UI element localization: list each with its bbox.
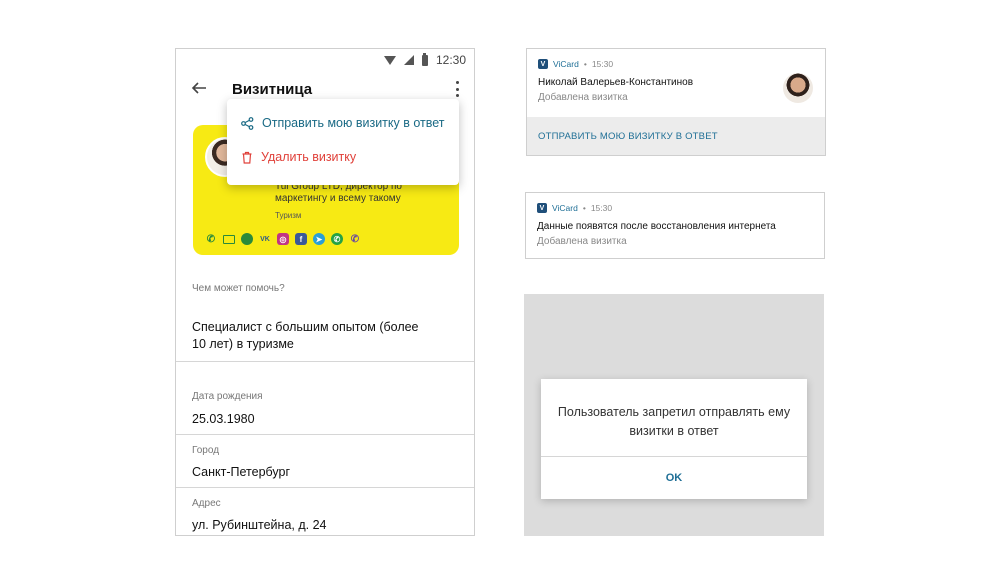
notification-app: ViCard (553, 59, 579, 69)
globe-icon[interactable] (241, 233, 253, 245)
notification-action-button[interactable]: ОТПРАВИТЬ МОЮ ВИЗИТКУ В ОТВЕТ (527, 117, 825, 155)
vicard-logo-icon: V (538, 59, 548, 69)
vk-icon[interactable]: VK (259, 233, 271, 245)
phone-screen: 12:30 Визитница Tui Group LTD, директор … (175, 48, 475, 536)
menu-item-delete[interactable]: Удалить визитку (241, 150, 356, 164)
dialog-message: Пользователь запретил отправлять ему виз… (557, 405, 791, 438)
instagram-icon[interactable]: ◎ (277, 233, 289, 245)
menu-item-share-label: Отправить мою визитку в ответ (262, 116, 445, 130)
alert-dialog: Пользователь запретил отправлять ему виз… (541, 379, 807, 499)
share-icon (241, 116, 254, 130)
wifi-icon (383, 55, 396, 65)
notification-subtitle: Добавлена визитка (537, 236, 627, 247)
vicard-logo-icon: V (537, 203, 547, 213)
notification-time: 15:30 (591, 59, 614, 69)
dialog-overlay: Пользователь запретил отправлять ему виз… (524, 294, 824, 536)
avatar (783, 73, 813, 103)
notification-subtitle: Добавлена визитка (538, 92, 628, 103)
contact-icons: ✆ VK ◎ f ➤ ✆ ✆ (205, 233, 361, 245)
whatsapp-icon[interactable]: ✆ (331, 233, 343, 245)
back-arrow-icon[interactable] (190, 79, 208, 97)
city-label: Город (192, 445, 220, 456)
notification-title: Николай Валерьев-Константинов (538, 77, 694, 88)
notification-action-label: ОТПРАВИТЬ МОЮ ВИЗИТКУ В ОТВЕТ (538, 131, 718, 142)
notification-title: Данные появятся после восстановления инт… (537, 221, 776, 232)
divider (176, 434, 474, 435)
address-label: Адрес (192, 498, 221, 509)
menu-item-share[interactable]: Отправить мою визитку в ответ (241, 116, 445, 130)
address-value: ул. Рубинштейна, д. 24 (192, 518, 327, 532)
telegram-icon[interactable]: ➤ (313, 233, 325, 245)
help-value: Специалист с большим опытом (более 10 ле… (192, 320, 419, 351)
notification-card[interactable]: V ViCard • 15:30 Николай Валерьев-Конста… (526, 48, 826, 156)
city-value: Санкт-Петербург (192, 465, 291, 479)
status-bar: 12:30 (176, 49, 474, 71)
birth-label: Дата рождения (192, 391, 263, 402)
facebook-icon[interactable]: f (295, 233, 307, 245)
mail-icon[interactable] (223, 235, 235, 244)
status-time: 12:30 (435, 53, 466, 67)
notification-card[interactable]: V ViCard • 15:30 Данные появятся после в… (525, 192, 825, 259)
help-label: Чем может помочь? (192, 283, 285, 294)
birth-value: 25.03.1980 (192, 412, 255, 426)
notification-app: ViCard (552, 203, 578, 213)
signal-icon (403, 55, 414, 65)
divider (176, 487, 474, 488)
notification-time: 15:30 (590, 203, 613, 213)
viber-icon[interactable]: ✆ (349, 233, 361, 245)
overflow-menu: Отправить мою визитку в ответ Удалить ви… (227, 99, 459, 185)
more-vert-icon[interactable] (454, 81, 460, 97)
trash-icon (242, 151, 252, 164)
card-category: Туризм (275, 211, 302, 220)
divider (176, 361, 474, 362)
battery-icon (421, 52, 428, 66)
ok-button[interactable]: OK (541, 457, 807, 499)
menu-item-delete-label: Удалить визитку (261, 150, 357, 164)
page-title: Визитница (232, 81, 313, 98)
phone-icon[interactable]: ✆ (205, 233, 217, 245)
